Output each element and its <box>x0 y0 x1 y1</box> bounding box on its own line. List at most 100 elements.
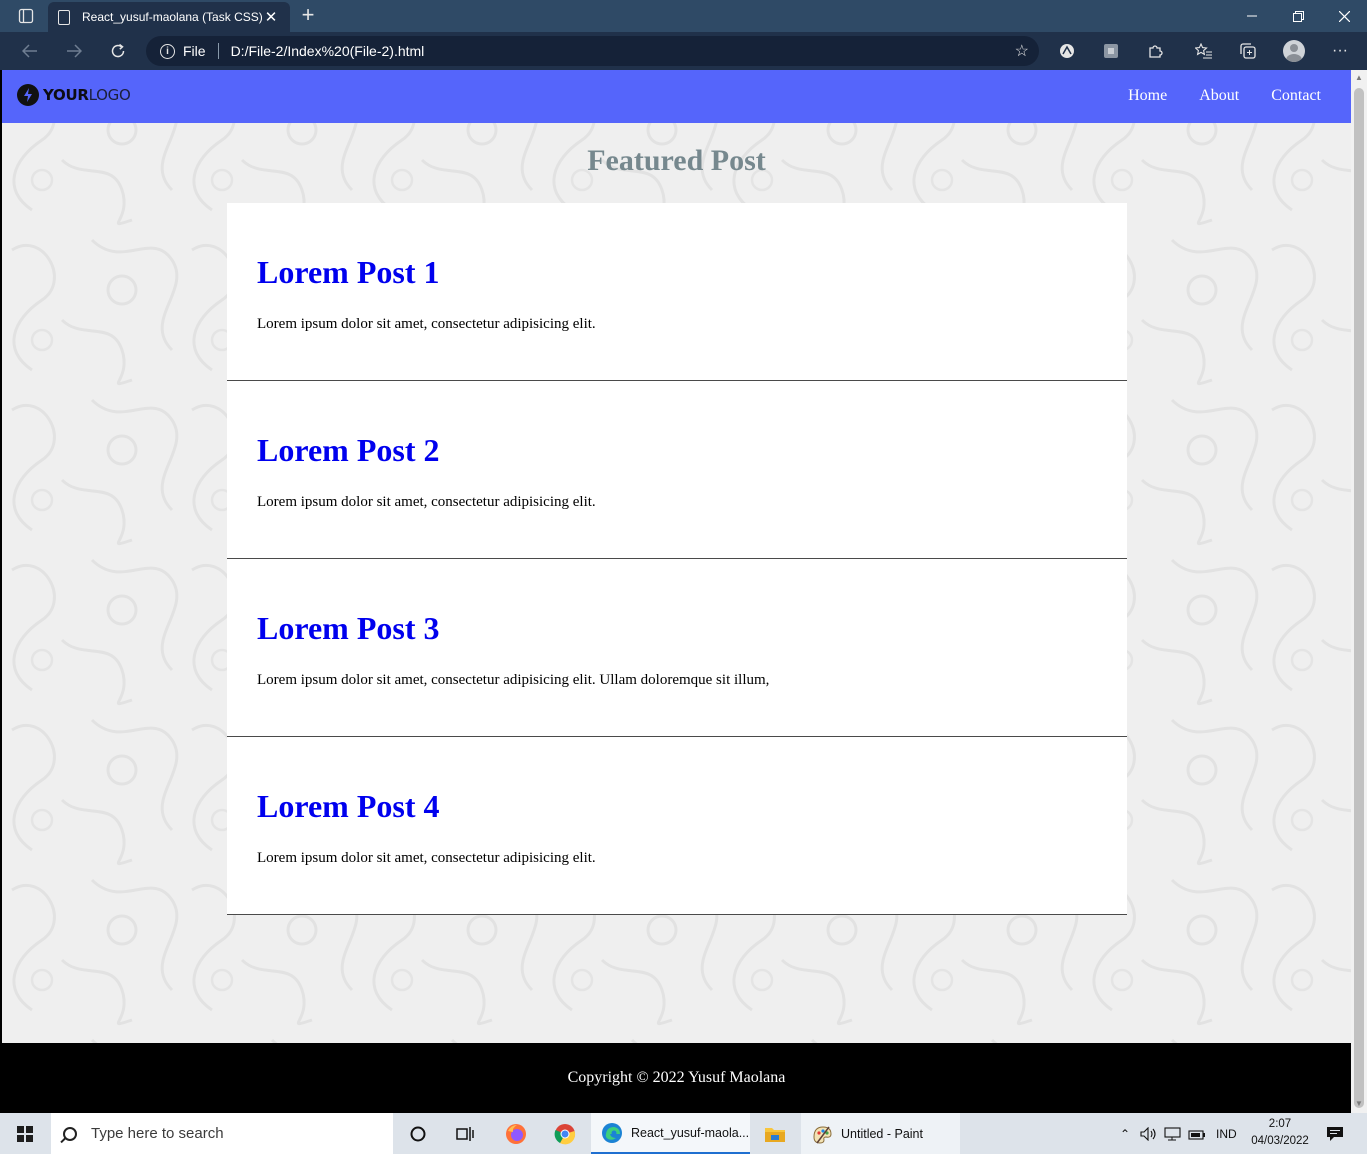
page-viewport: YOUR LOGO Home About Contact Featured Pos… <box>2 70 1351 1113</box>
forward-arrow-icon <box>67 44 82 58</box>
url-separator <box>217 43 219 59</box>
post-card: Lorem Post 1 Lorem ipsum dolor sit amet,… <box>227 203 1127 381</box>
post-excerpt: Lorem ipsum dolor sit amet, consectetur … <box>257 850 596 866</box>
extension-1-button[interactable] <box>1053 38 1081 64</box>
close-icon <box>1338 10 1350 22</box>
new-tab-button[interactable]: + <box>296 4 320 28</box>
refresh-icon <box>111 43 125 58</box>
taskbar-paint-app[interactable]: Untitled - Paint <box>801 1113 960 1154</box>
post-card: Lorem Post 4 Lorem ipsum dolor sit amet,… <box>227 737 1127 915</box>
scroll-thumb[interactable] <box>1354 88 1364 1108</box>
firefox-taskbar-button[interactable] <box>494 1113 538 1154</box>
post-list: Lorem Post 1 Lorem ipsum dolor sit amet,… <box>227 203 1127 915</box>
profile-avatar[interactable] <box>1283 40 1305 62</box>
url-text[interactable]: D:/File-2/Index%20(File-2).html <box>231 43 425 59</box>
info-icon[interactable]: i <box>160 43 175 59</box>
tab-actions-icon <box>18 8 34 24</box>
volume-icon[interactable] <box>1140 1126 1158 1141</box>
page-scrollbar[interactable]: ▲ ▼ <box>1351 70 1367 1113</box>
post-title[interactable]: Lorem Post 1 <box>257 254 439 291</box>
back-arrow-icon <box>22 44 37 58</box>
nav-contact-link[interactable]: Contact <box>1271 87 1321 105</box>
extensions-button[interactable] <box>1141 38 1169 64</box>
tray-overflow-chevron-icon[interactable]: ⌃ <box>1116 1127 1134 1141</box>
clock-date: 04/03/2022 <box>1251 1135 1309 1147</box>
taskbar-app-label: React_yusuf-maola... <box>631 1125 750 1140</box>
search-icon <box>63 1126 77 1141</box>
nav-links: Home About Contact <box>1128 87 1321 105</box>
add-favorite-icon[interactable]: ☆ <box>1015 41 1029 61</box>
restore-button[interactable] <box>1275 0 1321 32</box>
extension-square-icon <box>1104 44 1118 58</box>
battery-icon[interactable] <box>1188 1127 1206 1141</box>
post-excerpt: Lorem ipsum dolor sit amet, consectetur … <box>257 672 770 688</box>
minimize-icon <box>1247 15 1257 17</box>
lightning-logo-icon <box>17 84 39 106</box>
scroll-up-icon[interactable]: ▲ <box>1354 73 1364 83</box>
action-center-button[interactable] <box>1323 1113 1347 1154</box>
restore-icon <box>1292 10 1304 22</box>
nav-about-link[interactable]: About <box>1199 87 1239 105</box>
collections-button[interactable] <box>1234 38 1262 64</box>
taskbar-app-label: Untitled - Paint <box>841 1126 923 1141</box>
minimize-button[interactable] <box>1229 0 1275 32</box>
site-navbar: YOUR LOGO Home About Contact <box>2 70 1351 123</box>
taskbar-clock[interactable]: 2:07 04/03/2022 <box>1245 1116 1315 1150</box>
tab-actions-button[interactable] <box>10 4 42 28</box>
scroll-down-icon[interactable]: ▼ <box>1354 1099 1364 1109</box>
taskbar-search-box[interactable]: Type here to search <box>51 1113 393 1154</box>
start-button[interactable] <box>0 1113 50 1154</box>
language-indicator[interactable]: IND <box>1216 1127 1237 1141</box>
settings-more-button[interactable]: ··· <box>1326 38 1354 64</box>
folder-icon <box>765 1127 785 1142</box>
post-title[interactable]: Lorem Post 4 <box>257 788 439 825</box>
back-button[interactable] <box>15 37 45 65</box>
post-excerpt: Lorem ipsum dolor sit amet, consectetur … <box>257 316 596 332</box>
browser-title-bar: React_yusuf-maolana (Task CSS) ✕ + <box>0 0 1367 32</box>
paint-icon <box>813 1125 832 1144</box>
post-title[interactable]: Lorem Post 3 <box>257 610 439 647</box>
puzzle-icon <box>1149 45 1163 58</box>
more-icon: ··· <box>1332 42 1348 59</box>
refresh-button[interactable] <box>103 37 133 65</box>
system-tray: ⌃ IND <box>1116 1113 1237 1154</box>
file-explorer-taskbar-button[interactable] <box>753 1113 797 1154</box>
browser-tab[interactable]: React_yusuf-maolana (Task CSS) ✕ <box>48 2 290 32</box>
post-excerpt: Lorem ipsum dolor sit amet, consectetur … <box>257 494 596 510</box>
chrome-taskbar-button[interactable] <box>543 1113 587 1154</box>
network-icon[interactable] <box>1164 1126 1182 1141</box>
task-view-button[interactable] <box>443 1113 487 1154</box>
copyright-text: Copyright © 2022 Yusuf Maolana <box>567 1069 786 1086</box>
windows-taskbar: Type here to search React_yusuf-maola...… <box>0 1113 1367 1154</box>
cortana-button[interactable] <box>396 1113 440 1154</box>
forward-button[interactable] <box>59 37 89 65</box>
taskbar-edge-app[interactable]: React_yusuf-maola... <box>591 1113 750 1154</box>
url-field[interactable]: i File D:/File-2/Index%20(File-2).html ☆ <box>146 36 1039 66</box>
cortana-circle-icon <box>410 1126 426 1141</box>
close-window-button[interactable] <box>1321 0 1367 32</box>
post-card: Lorem Post 3 Lorem ipsum dolor sit amet,… <box>227 559 1127 737</box>
nav-home-link[interactable]: Home <box>1128 87 1167 105</box>
favorites-icon <box>1195 43 1212 59</box>
notification-icon <box>1327 1126 1343 1141</box>
clock-time: 2:07 <box>1268 1118 1292 1130</box>
post-card: Lorem Post 2 Lorem ipsum dolor sit amet,… <box>227 381 1127 559</box>
logo-text-bold: YOUR <box>43 86 89 104</box>
edge-icon <box>602 1122 622 1143</box>
document-icon <box>58 9 70 25</box>
windows-logo-icon <box>17 1125 33 1142</box>
extension-2-button[interactable] <box>1097 38 1125 64</box>
site-footer: Copyright © 2022 Yusuf Maolana <box>2 1043 1351 1113</box>
site-logo[interactable]: YOUR LOGO <box>17 84 131 106</box>
url-scheme-label: File <box>183 43 206 59</box>
section-title: Featured Post <box>587 144 766 177</box>
task-view-icon <box>456 1126 474 1141</box>
tab-close-icon[interactable]: ✕ <box>262 8 280 26</box>
extension-round-icon <box>1060 44 1074 58</box>
search-placeholder: Type here to search <box>91 1125 224 1142</box>
logo-text-light: LOGO <box>88 86 131 104</box>
post-title[interactable]: Lorem Post 2 <box>257 432 439 469</box>
collections-icon <box>1240 43 1256 59</box>
chrome-icon <box>554 1123 576 1144</box>
favorites-button[interactable] <box>1190 38 1218 64</box>
